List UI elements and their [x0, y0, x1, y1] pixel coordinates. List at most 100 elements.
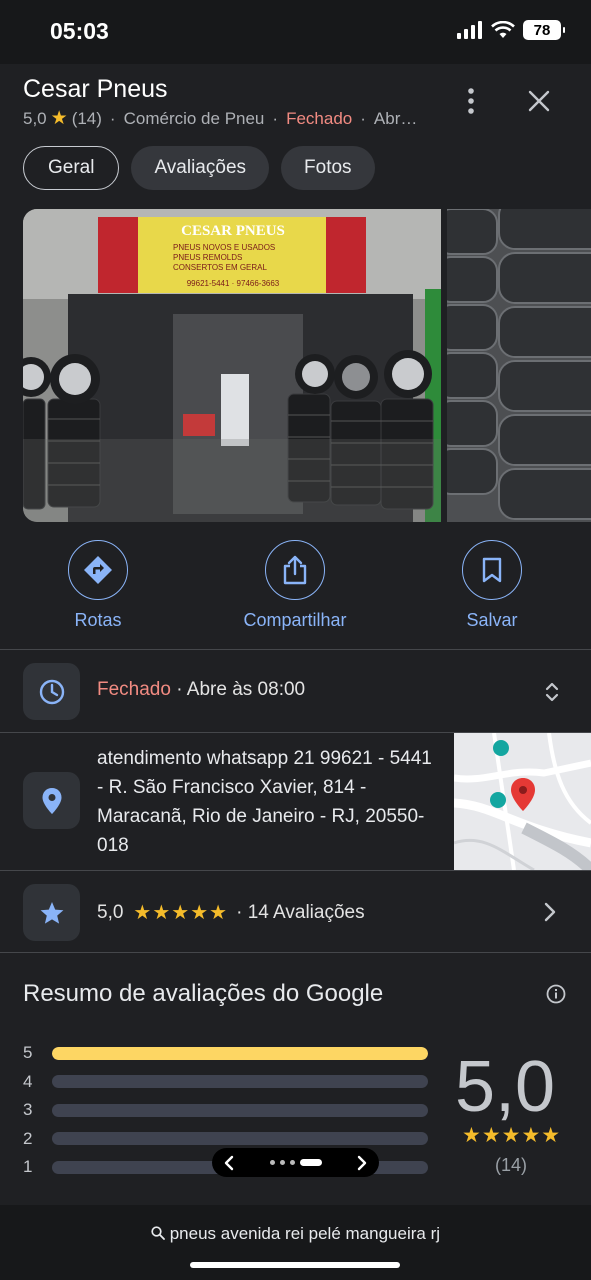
bottom-search-bar[interactable]: pneus avenida rei pelé mangueira rj [0, 1205, 591, 1280]
tab-avaliacoes[interactable]: Avaliações [131, 146, 270, 190]
map-image [454, 733, 591, 870]
divider [0, 870, 591, 871]
carousel-pager [212, 1148, 379, 1177]
info-button[interactable] [546, 984, 566, 1009]
tab-fotos[interactable]: Fotos [281, 146, 375, 190]
rating-value: 5,0 [23, 108, 47, 128]
bookmark-icon [482, 557, 502, 583]
open-status: Fechado [286, 108, 353, 128]
place-title: Cesar Pneus [23, 75, 168, 103]
tire-stack-image [447, 209, 591, 522]
info-icon [546, 984, 566, 1004]
review-summary-title: Resumo de avaliações do Google [23, 980, 384, 1007]
bar-label: 4 [23, 1071, 33, 1091]
place-header: Cesar Pneus 5,0 ★ (14) · Comércio de Pne… [0, 64, 591, 144]
place-category: Comércio de Pneu [123, 108, 265, 128]
save-circle[interactable] [462, 540, 522, 600]
expand-hours-button[interactable] [540, 679, 564, 705]
bottom-search-text: pneus avenida rei pelé mangueira rj [169, 1224, 441, 1243]
save-label: Salvar [466, 610, 518, 630]
rating-reviews: 14 Avaliações [247, 901, 365, 923]
more-vert-icon [468, 88, 474, 114]
chevron-left-icon[interactable] [224, 1155, 234, 1171]
bar-label: 2 [23, 1128, 33, 1148]
signal-icon [457, 21, 482, 39]
bar-label: 5 [23, 1043, 33, 1063]
star-icon [40, 901, 63, 924]
directions-circle[interactable] [68, 540, 128, 600]
sign-line-3: CONSERTOS EM GERAL [173, 263, 268, 272]
tires-photo[interactable] [447, 209, 591, 522]
overall-score: 5,0 [455, 1047, 556, 1127]
separator-dot: · [360, 108, 366, 128]
pager-dot [289, 1160, 295, 1165]
divider [0, 649, 591, 650]
sign-line-2: PNEUS REMOLDS [173, 253, 242, 262]
review-count: (14) [71, 108, 102, 128]
storefront-image: CESAR PNEUS PNEUS NOVOS E USADOS PNEUS R… [23, 209, 441, 522]
rating-bar-row: 3 [23, 1096, 428, 1125]
bottom-search[interactable]: pneus avenida rei pelé mangueira rj [0, 1224, 591, 1244]
rating-chevron[interactable] [544, 902, 556, 927]
hours-row[interactable]: Fechado · Abre às 08:00 [97, 679, 305, 701]
bar-track [52, 1103, 428, 1117]
address-text[interactable]: atendimento whatsapp 21 99621 - 5441 - R… [97, 744, 437, 860]
status-icons: 78 [457, 20, 565, 40]
tab-geral[interactable]: Geral [23, 146, 120, 190]
rating-bar-row: 5 [23, 1039, 428, 1068]
pager-dots [269, 1159, 322, 1166]
sign-title: CESAR PNEUS [181, 223, 285, 239]
directions-icon [84, 556, 112, 584]
chevron-right-icon[interactable] [357, 1155, 367, 1171]
home-indicator [190, 1262, 400, 1268]
hours-icon-box [23, 663, 80, 720]
bar-track [52, 1132, 428, 1146]
chevron-right-icon [544, 902, 556, 922]
share-label: Compartilhar [243, 610, 347, 630]
share-button[interactable]: Compartilhar [215, 540, 375, 631]
rating-stars: ★★★★★ [133, 902, 229, 924]
overall-stars: ★★★★★ [462, 1124, 562, 1147]
map-thumbnail[interactable] [454, 733, 591, 870]
rating-summary-row[interactable]: 5,0 ★★★★★ · 14 Avaliações [97, 900, 365, 925]
directions-label: Rotas [74, 610, 122, 630]
location-pin-icon [42, 787, 61, 814]
separator-dot: · [109, 108, 116, 128]
sign-line-1: PNEUS NOVOS E USADOS [173, 243, 275, 252]
hours-status: Fechado [97, 679, 171, 700]
status-bar: 05:03 78 [0, 0, 591, 64]
place-meta: 5,0 ★ (14) · Comércio de Pneu · Fechado … [23, 107, 417, 130]
star-icon: ★ [50, 108, 68, 129]
pager-dot-active [299, 1159, 322, 1166]
pager-dot [269, 1160, 275, 1165]
close-icon [528, 90, 550, 112]
rating-icon-box [23, 884, 80, 941]
pager-dot [279, 1160, 285, 1165]
address-icon-box [23, 772, 80, 829]
more-options-button[interactable] [454, 84, 488, 118]
photo-carousel[interactable]: CESAR PNEUS PNEUS NOVOS E USADOS PNEUS R… [23, 209, 591, 522]
bar-label: 1 [23, 1157, 33, 1177]
rating-separator: · [236, 901, 243, 923]
bar-fill [52, 1046, 428, 1060]
search-icon [151, 1226, 165, 1240]
bar-track [52, 1046, 428, 1060]
bar-label: 3 [23, 1100, 33, 1120]
overall-count: (14) [495, 1155, 528, 1175]
hours-separator: · [170, 679, 187, 700]
action-buttons: Rotas Compartilhar Salvar [0, 540, 591, 640]
rating-bar-row: 4 [23, 1068, 428, 1097]
share-icon [283, 555, 307, 585]
opens-short: Abr… [373, 108, 418, 128]
separator-dot: · [272, 108, 279, 128]
share-circle[interactable] [265, 540, 325, 600]
place-tabs: Geral Avaliações Fotos [23, 146, 375, 190]
directions-button[interactable]: Rotas [18, 540, 178, 631]
status-time: 05:03 [50, 18, 109, 44]
close-button[interactable] [522, 84, 556, 118]
storefront-photo[interactable]: CESAR PNEUS PNEUS NOVOS E USADOS PNEUS R… [23, 209, 441, 522]
clock-icon [39, 679, 64, 704]
save-button[interactable]: Salvar [412, 540, 572, 631]
wifi-icon [491, 21, 515, 38]
hours-opens: Abre às 08:00 [186, 679, 306, 700]
